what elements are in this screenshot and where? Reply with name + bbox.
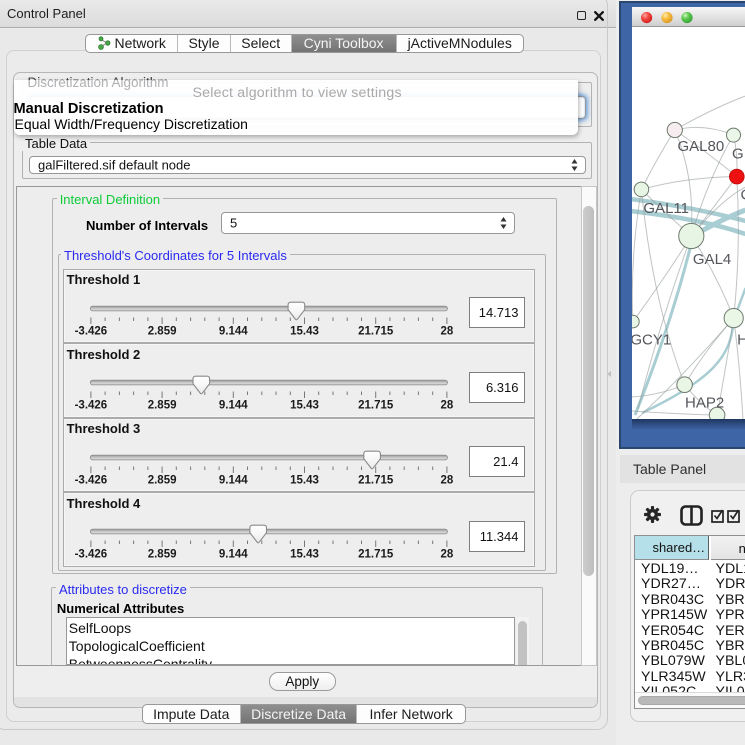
svg-text:2.859: 2.859 (148, 325, 177, 337)
svg-text:-3.426: -3.426 (75, 400, 108, 412)
svg-text:2.859: 2.859 (148, 400, 177, 412)
svg-text:GAL4: GAL4 (692, 251, 730, 268)
svg-text:GAL80: GAL80 (677, 138, 724, 155)
svg-text:-3.426: -3.426 (75, 325, 108, 337)
svg-text:GCY1: GCY1 (632, 332, 671, 349)
svg-text:21.715: 21.715 (358, 549, 394, 561)
svg-text:H: H (737, 332, 745, 349)
svg-text:15.43: 15.43 (290, 549, 319, 561)
svg-text:28: 28 (441, 474, 454, 486)
svg-text:28: 28 (441, 549, 454, 561)
svg-text:15.43: 15.43 (290, 400, 319, 412)
svg-text:21.715: 21.715 (358, 400, 394, 412)
svg-text:21.715: 21.715 (358, 474, 394, 486)
svg-text:15.43: 15.43 (290, 325, 319, 337)
svg-text:G.: G. (732, 146, 745, 163)
svg-text:9.144: 9.144 (219, 325, 248, 337)
svg-text:15.43: 15.43 (290, 474, 319, 486)
svg-text:21.715: 21.715 (358, 325, 394, 337)
svg-text:-3.426: -3.426 (75, 549, 108, 561)
svg-text:C: C (740, 187, 745, 204)
svg-text:GAL11: GAL11 (643, 200, 689, 217)
svg-text:9.144: 9.144 (219, 474, 248, 486)
svg-text:28: 28 (441, 325, 454, 337)
svg-text:28: 28 (441, 400, 454, 412)
svg-text:9.144: 9.144 (219, 549, 248, 561)
svg-text:-3.426: -3.426 (75, 474, 108, 486)
svg-text:HAP2: HAP2 (685, 395, 724, 412)
svg-text:2.859: 2.859 (148, 474, 177, 486)
svg-text:2.859: 2.859 (148, 549, 177, 561)
svg-text:9.144: 9.144 (219, 400, 248, 412)
